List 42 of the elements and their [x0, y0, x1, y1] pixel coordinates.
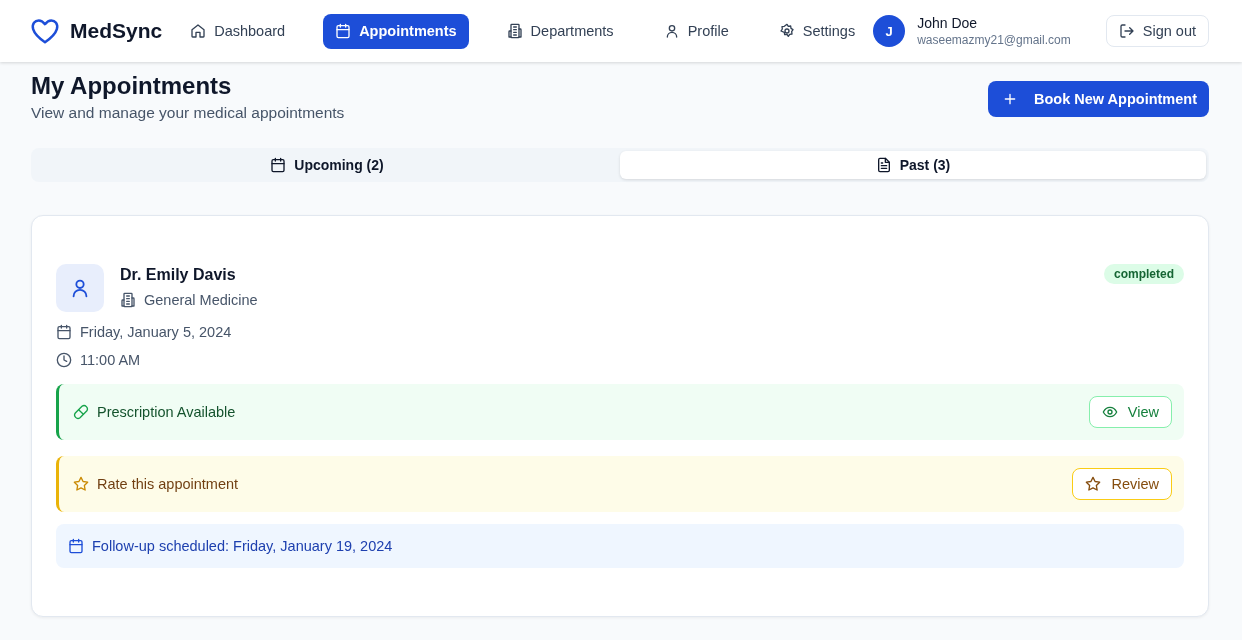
user-avatar: J — [873, 15, 906, 47]
page-subtitle: View and manage your medical appointments — [31, 104, 345, 122]
nav-tab[interactable]: Profile — [651, 13, 741, 49]
plus-icon — [1002, 91, 1018, 107]
heart-logo-icon — [30, 16, 60, 46]
calendar-icon — [335, 23, 352, 39]
user-name: John Doe — [917, 15, 979, 31]
settings-icon — [778, 23, 795, 39]
star-icon — [73, 476, 89, 492]
brand-name: MedSync — [70, 19, 163, 43]
page-title: My Appointments — [31, 72, 233, 100]
view-button[interactable]: View — [1088, 396, 1172, 428]
doctor-name: Dr. Emily Davis — [120, 266, 237, 284]
clock-icon — [56, 352, 72, 368]
sign-out-icon — [1118, 23, 1135, 39]
nav-tab[interactable]: Departments — [494, 13, 626, 49]
review-button[interactable]: Review — [1072, 468, 1172, 500]
building-icon — [120, 292, 136, 308]
tab[interactable]: Upcoming (2) — [34, 151, 620, 179]
tab[interactable]: Past (3) — [620, 151, 1206, 179]
eye-icon — [1101, 404, 1118, 420]
nav-tab[interactable]: Settings — [766, 13, 868, 49]
notice-text: Follow-up scheduled: Friday, January 19, 2024 — [92, 538, 393, 554]
building-icon — [506, 23, 523, 39]
calendar-icon — [56, 324, 72, 340]
document-icon — [875, 157, 892, 173]
appointment-date: Friday, January 5, 2024 — [80, 324, 232, 340]
department-name: General Medicine — [144, 292, 258, 308]
notice-text: Prescription Available — [97, 404, 236, 420]
status-badge: completed — [1104, 264, 1184, 284]
pill-icon — [73, 404, 89, 420]
nav-tab[interactable]: Appointments — [323, 13, 469, 49]
nav-tab[interactable]: Dashboard — [178, 13, 298, 49]
calendar-icon — [270, 157, 287, 173]
star-icon — [1085, 476, 1102, 492]
calendar-icon — [68, 538, 84, 554]
notice-text: Rate this appointment — [97, 476, 239, 492]
home-icon — [190, 23, 207, 39]
sign-out-button[interactable]: Sign out — [1105, 15, 1209, 47]
book-appointment-button[interactable]: Book New Appointment — [988, 81, 1209, 117]
user-email: waseemazmy21@gmail.com — [917, 33, 1071, 47]
appointment-time: 11:00 AM — [80, 352, 141, 368]
